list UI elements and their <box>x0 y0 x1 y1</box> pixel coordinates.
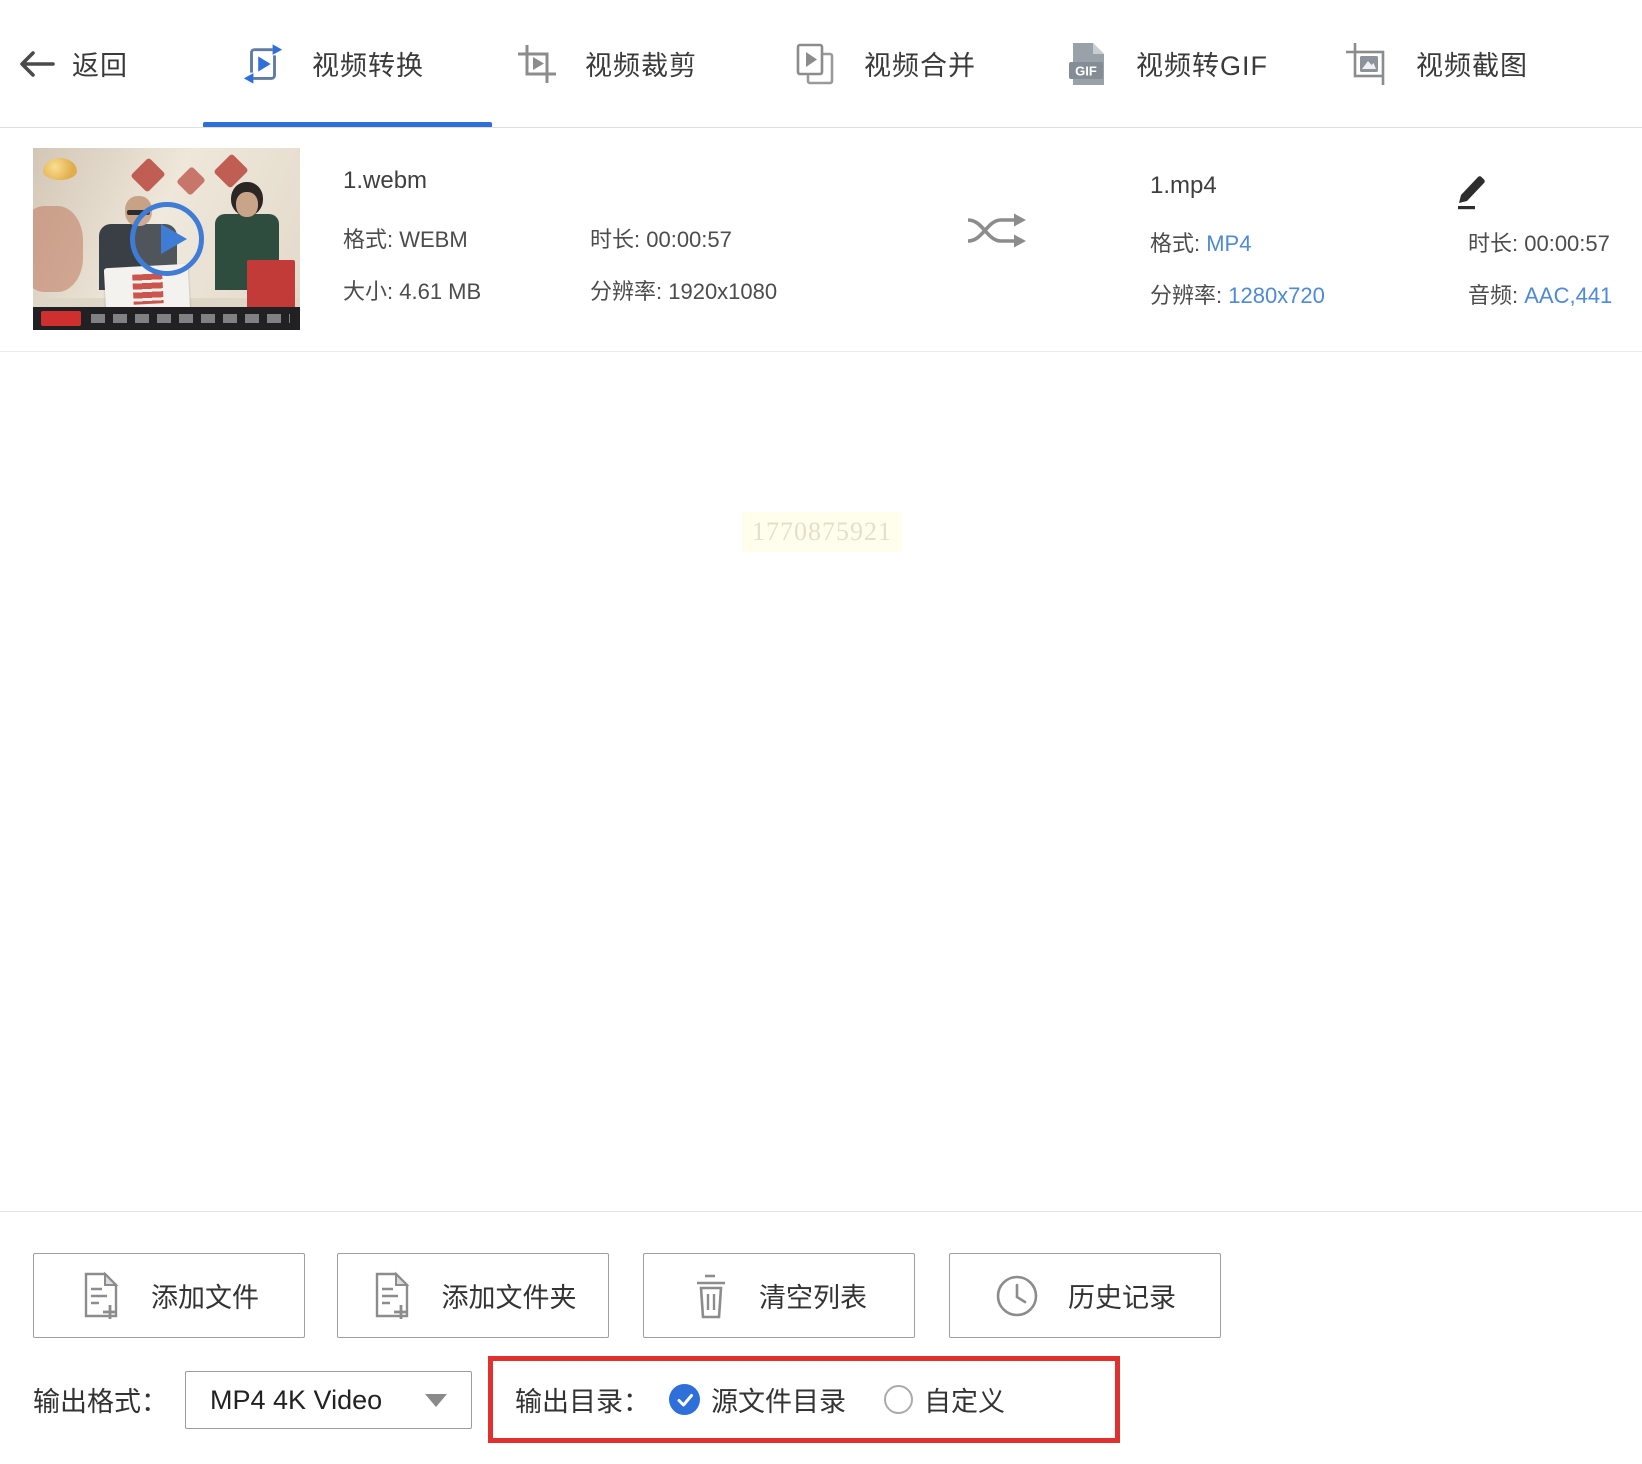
thumbnail-decoration <box>130 157 166 193</box>
output-format: 格式: MP4 <box>1150 226 1251 258</box>
source-resolution-label: 分辨率: <box>590 279 669 304</box>
screenshot-icon <box>1344 41 1390 87</box>
output-duration-value: 00:00:57 <box>1524 231 1610 256</box>
add-folder-button[interactable]: 添加文件夹 <box>337 1253 609 1338</box>
news-ticker <box>33 307 300 330</box>
source-format-label: 格式: <box>343 227 400 252</box>
tv-station-logo <box>43 158 77 180</box>
tab-label: 视频截图 <box>1416 51 1528 81</box>
watermark: 1770875921 <box>742 512 902 552</box>
output-audio-value[interactable]: AAC,441 <box>1524 283 1612 308</box>
ticker-badge <box>41 311 81 326</box>
output-format-value[interactable]: MP4 <box>1206 231 1251 256</box>
radio-source-directory[interactable]: 源文件目录 <box>669 1380 846 1419</box>
source-duration: 时长: 00:00:57 <box>590 222 732 254</box>
output-format-label: 格式: <box>1150 231 1207 256</box>
source-resolution-value: 1920x1080 <box>668 279 778 304</box>
output-file-name: 1.mp4 <box>1150 172 1217 199</box>
tab-label: 视频转GIF <box>1136 51 1268 81</box>
radio-source-directory-label: 源文件目录 <box>711 1387 846 1417</box>
thumbnail-decoration <box>176 166 206 196</box>
source-size-value: 4.61 MB <box>399 279 482 304</box>
top-nav: 返回 视频转换 视频裁剪 视频合并 GIF 视频转GIF 视频截图 <box>0 0 1642 128</box>
source-file-name: 1.webm <box>343 167 428 194</box>
back-label: 返回 <box>72 51 128 81</box>
output-resolution-value[interactable]: 1280x720 <box>1228 283 1325 308</box>
output-format-label: 输出格式： <box>33 1387 168 1417</box>
chevron-down-icon <box>425 1393 447 1407</box>
output-directory-group: 输出目录： 源文件目录 自定义 <box>488 1356 1120 1443</box>
source-duration-label: 时长: <box>590 227 647 252</box>
video-thumbnail[interactable] <box>33 148 300 330</box>
add-file-icon <box>79 1271 123 1321</box>
output-directory-label: 输出目录： <box>515 1387 650 1417</box>
radio-unchecked-icon <box>884 1385 913 1414</box>
tab-video-screenshot[interactable]: 视频截图 <box>1344 0 1528 127</box>
clock-icon <box>994 1273 1040 1319</box>
nav-divider <box>0 127 1642 128</box>
ticker-text <box>91 314 290 323</box>
svg-text:GIF: GIF <box>1075 63 1097 78</box>
clear-list-button[interactable]: 清空列表 <box>643 1253 915 1338</box>
play-button-icon[interactable] <box>129 202 204 276</box>
gif-file-icon: GIF <box>1066 41 1110 87</box>
edit-output-icon[interactable] <box>1452 168 1488 210</box>
source-size: 大小: 4.61 MB <box>343 274 481 306</box>
source-resolution: 分辨率: 1920x1080 <box>590 274 777 306</box>
file-row-divider <box>0 351 1642 352</box>
shuffle-convert-icon <box>963 208 1029 254</box>
source-format: 格式: WEBM <box>343 222 468 254</box>
source-duration-value: 00:00:57 <box>646 227 732 252</box>
add-folder-icon <box>370 1271 414 1321</box>
video-convert-icon <box>240 41 286 87</box>
radio-checked-icon <box>669 1384 700 1415</box>
output-audio: 音频: AAC,441 <box>1468 278 1612 310</box>
anchor-woman-head <box>236 192 258 217</box>
history-button[interactable]: 历史记录 <box>949 1253 1221 1338</box>
output-resolution: 分辨率: 1280x720 <box>1150 278 1325 310</box>
output-format-select[interactable]: MP4 4K Video <box>185 1371 472 1429</box>
tab-video-crop[interactable]: 视频裁剪 <box>515 0 697 127</box>
source-size-label: 大小: <box>343 279 400 304</box>
output-resolution-label: 分辨率: <box>1150 283 1229 308</box>
video-merge-icon <box>792 41 838 87</box>
back-button[interactable]: 返回 <box>16 0 128 127</box>
output-duration-label: 时长: <box>1468 231 1525 256</box>
output-duration: 时长: 00:00:57 <box>1468 226 1610 258</box>
app-window: 返回 视频转换 视频裁剪 视频合并 GIF 视频转GIF 视频截图 1.webm… <box>0 0 1642 1464</box>
toolbar-divider <box>0 1211 1642 1212</box>
output-format-selected-value: MP4 4K Video <box>210 1384 383 1415</box>
laptop-logo <box>132 273 164 305</box>
back-arrow-icon <box>16 48 56 80</box>
output-audio-label: 音频: <box>1468 283 1525 308</box>
tab-video-to-gif[interactable]: GIF 视频转GIF <box>1066 0 1268 127</box>
tab-label: 视频转换 <box>312 51 424 81</box>
history-label: 历史记录 <box>1068 1283 1176 1313</box>
tab-video-merge[interactable]: 视频合并 <box>792 0 976 127</box>
add-file-button[interactable]: 添加文件 <box>33 1253 305 1338</box>
add-file-label: 添加文件 <box>151 1283 259 1313</box>
radio-custom-directory-label: 自定义 <box>924 1387 1005 1417</box>
radio-custom-directory[interactable]: 自定义 <box>884 1380 1005 1419</box>
video-crop-icon <box>515 42 559 86</box>
tab-label: 视频裁剪 <box>585 51 697 81</box>
add-folder-label: 添加文件夹 <box>441 1283 577 1313</box>
tab-video-convert[interactable]: 视频转换 <box>240 0 424 127</box>
tab-label: 视频合并 <box>864 51 976 81</box>
source-format-value: WEBM <box>399 227 468 252</box>
thumbnail-backdrop-shape <box>33 206 83 292</box>
trash-icon <box>691 1272 731 1320</box>
clear-list-label: 清空列表 <box>759 1283 867 1313</box>
